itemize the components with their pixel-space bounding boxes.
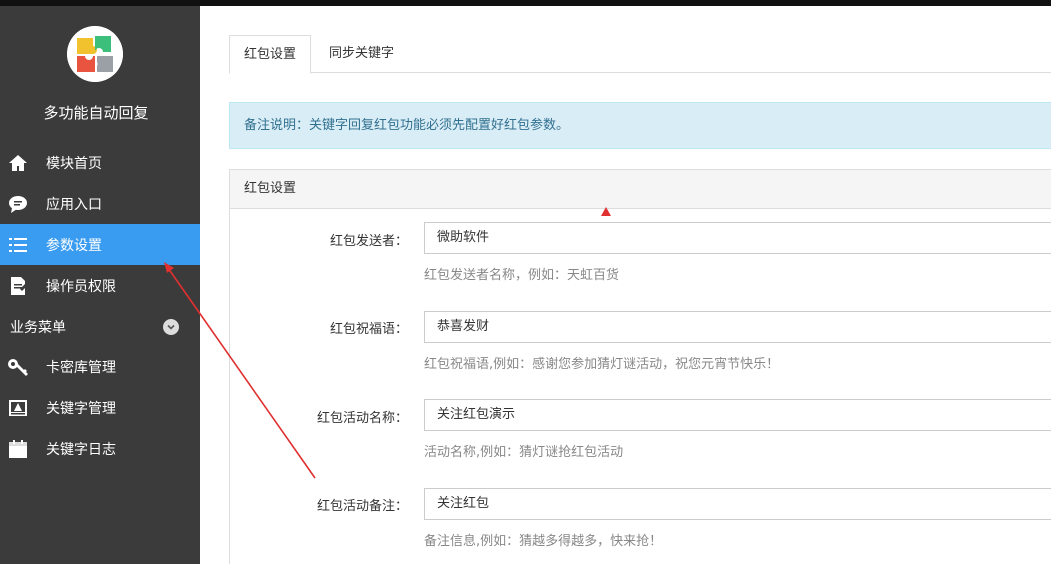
puzzle-logo-icon <box>67 26 123 82</box>
document-edit-icon <box>7 275 29 297</box>
sender-help-text: 红包发送者名称，例如：天虹百货 <box>424 268 620 283</box>
sidebar-item-label: 关键字管理 <box>46 400 116 417</box>
sidebar-item-label: 参数设置 <box>46 237 102 254</box>
sidebar: 多功能自动回复 模块首页 应用入口 参数设置 操作员权限 业务菜单 卡密库管理 … <box>0 6 200 564</box>
sidebar-item-keyword-management[interactable]: 关键字管理 <box>0 387 200 428</box>
activity-remark-help-text: 备注信息,例如：猜越多得越多，快来抢！ <box>424 534 663 549</box>
sidebar-item-home[interactable]: 模块首页 <box>0 142 200 183</box>
annotation-marker-icon <box>601 207 611 216</box>
sidebar-group-business-menu[interactable]: 业务菜单 <box>0 312 200 342</box>
wishing-input[interactable]: 恭喜发财 <box>424 311 1051 343</box>
tab-red-packet-settings[interactable]: 红包设置 <box>229 35 312 74</box>
sidebar-item-label: 模块首页 <box>46 155 102 172</box>
sidebar-item-operator-permissions[interactable]: 操作员权限 <box>0 265 200 306</box>
sidebar-item-label: 应用入口 <box>46 196 102 213</box>
tab-sync-keywords[interactable]: 同步关键字 <box>315 35 408 72</box>
sidebar-group-label: 业务菜单 <box>10 320 66 336</box>
app-title: 多功能自动回复 <box>43 104 149 122</box>
sidebar-item-label: 关键字日志 <box>46 441 116 458</box>
chat-icon <box>7 193 29 215</box>
key-icon <box>7 356 29 378</box>
sender-input[interactable]: 微助软件 <box>424 222 1051 254</box>
sidebar-item-settings[interactable]: 参数设置 <box>0 224 200 265</box>
info-alert: 备注说明：关键字回复红包功能必须先配置好红包参数。 <box>229 102 1051 149</box>
activity-name-input[interactable]: 关注红包演示 <box>424 399 1051 431</box>
chevron-down-icon[interactable] <box>163 319 179 335</box>
activity-name-help-text: 活动名称,例如：猜灯谜抢红包活动 <box>424 445 624 460</box>
sidebar-item-label: 操作员权限 <box>46 278 116 295</box>
home-icon <box>7 152 29 174</box>
field-label-activity-remark: 红包活动备注： <box>316 499 408 514</box>
sidebar-item-keyword-log[interactable]: 关键字日志 <box>0 428 200 469</box>
sidebar-item-card-key-library[interactable]: 卡密库管理 <box>0 346 200 387</box>
field-label-activity-name: 红包活动名称： <box>316 411 408 426</box>
wishing-help-text: 红包祝福语,例如：感谢您参加猜灯谜活动，祝您元宵节快乐！ <box>424 357 780 372</box>
id-card-icon <box>7 397 29 419</box>
panel-title: 红包设置 <box>230 170 1051 209</box>
calendar-icon <box>7 438 29 460</box>
sidebar-item-label: 卡密库管理 <box>46 359 116 376</box>
activity-remark-input[interactable]: 关注红包 <box>424 488 1051 520</box>
list-icon <box>7 234 29 256</box>
sidebar-item-app-entry[interactable]: 应用入口 <box>0 183 200 224</box>
field-label-sender: 红包发送者： <box>329 234 408 249</box>
app-logo <box>67 26 123 82</box>
tab-bar: 红包设置 同步关键字 <box>229 35 1051 74</box>
field-label-wishing: 红包祝福语： <box>329 322 408 337</box>
